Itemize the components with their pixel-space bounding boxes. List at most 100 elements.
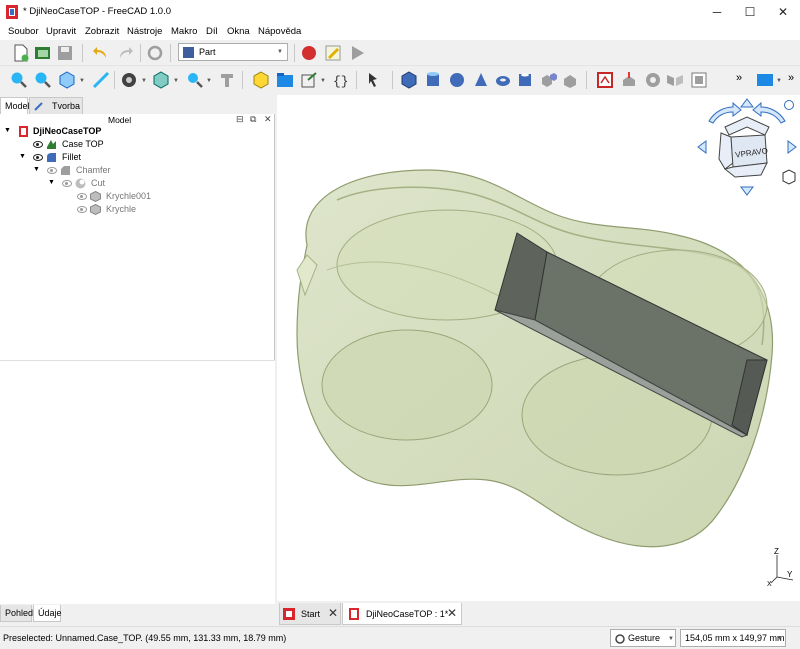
close-button[interactable]: ✕ [766, 0, 800, 24]
collapse-arrow-icon[interactable]: ▼ [48, 179, 55, 186]
macro-record-icon[interactable] [300, 44, 318, 62]
menu-napoveda[interactable]: Nápověda [258, 26, 301, 37]
visibility-eye-hidden-icon[interactable] [62, 180, 72, 187]
collapse-arrow-icon[interactable]: ▼ [4, 127, 11, 134]
chevron-down-icon[interactable]: ▼ [776, 78, 782, 84]
fit-all-icon[interactable] [10, 71, 28, 89]
whats-this-icon[interactable] [366, 71, 384, 89]
variable-set-icon[interactable]: {} [332, 71, 350, 89]
float-panel-icon[interactable]: ⧉ [250, 114, 256, 125]
menu-soubor[interactable]: Soubor [8, 26, 39, 37]
rotate-left-icon[interactable] [708, 101, 742, 124]
part-tube-icon[interactable] [516, 71, 534, 89]
chevron-down-icon[interactable]: ▼ [141, 78, 147, 84]
maximize-button[interactable]: ☐ [733, 0, 767, 24]
macro-run-icon[interactable] [348, 44, 366, 62]
visibility-eye-hidden-icon[interactable] [77, 206, 87, 213]
tab-start[interactable]: Start ✕ [279, 603, 341, 625]
rotate-right-icon[interactable] [752, 101, 786, 124]
cube-face-top[interactable] [724, 116, 770, 136]
create-part-icon[interactable] [252, 71, 270, 89]
menu-makro[interactable]: Makro [171, 26, 197, 37]
std-view-dropdown-icon[interactable] [756, 71, 774, 89]
tree-item-krychle001[interactable]: Krychle001 [0, 190, 275, 203]
tab-tvorba-label: Tvorba [52, 101, 81, 111]
visibility-eye-hidden-icon[interactable] [77, 193, 87, 200]
part-torus-icon[interactable] [494, 71, 512, 89]
tab-start-close-icon[interactable]: ✕ [328, 606, 338, 620]
create-group-icon[interactable] [276, 71, 294, 89]
tree-item-cut[interactable]: ▼ Cut [0, 177, 275, 190]
chevron-down-icon[interactable]: ▼ [79, 78, 85, 84]
tab-model[interactable]: Model [0, 97, 30, 114]
cube-face-bottom[interactable] [723, 162, 768, 178]
toolbar-overflow-button[interactable]: » [736, 72, 742, 84]
3d-viewport[interactable]: VPRAVO Z Y X [277, 95, 800, 601]
part-cube-icon[interactable] [400, 71, 418, 89]
view-box-icon[interactable] [152, 71, 170, 89]
chevron-down-icon[interactable]: ▼ [320, 78, 326, 84]
part-revolve-icon[interactable] [644, 71, 662, 89]
navigation-cube[interactable]: VPRAVO [695, 97, 799, 197]
part-extrude-icon[interactable] [620, 71, 638, 89]
nav-arrow-right-icon[interactable] [787, 140, 797, 154]
collapse-icon[interactable]: ⊟ [236, 114, 244, 125]
tree-item-fillet[interactable]: ▼ Fillet [0, 151, 275, 164]
nav-arrow-up-icon[interactable] [740, 98, 754, 108]
tab-tvorba[interactable]: Tvorba [29, 97, 83, 114]
measure-icon[interactable] [92, 71, 110, 89]
part-cone-icon[interactable] [472, 71, 490, 89]
chevron-down-icon[interactable]: ▼ [206, 78, 212, 84]
nav-menu-icon[interactable] [784, 100, 794, 110]
collapse-arrow-icon[interactable]: ▼ [19, 153, 26, 160]
menu-zobrazit[interactable]: Zobrazit [85, 26, 119, 37]
part-shapebuilder-icon[interactable] [562, 71, 580, 89]
toolbar-overflow-button[interactable]: » [788, 72, 794, 84]
new-document-icon[interactable] [12, 44, 30, 62]
navigation-style-button[interactable]: Gesture ▼ [610, 629, 676, 647]
tree-item-chamfer[interactable]: ▼ Chamfer [0, 164, 275, 177]
visibility-eye-icon[interactable] [33, 154, 43, 161]
tab-pohled[interactable]: Pohled [0, 605, 34, 622]
redo-icon[interactable] [116, 44, 134, 62]
nav-arrow-left-icon[interactable] [697, 140, 707, 154]
part-cylinder-icon[interactable] [424, 71, 442, 89]
macro-edit-icon[interactable] [324, 44, 342, 62]
visibility-eye-hidden-icon[interactable] [47, 167, 57, 174]
tab-udaje[interactable]: Údaje [33, 605, 62, 622]
zoom-icon[interactable] [186, 71, 204, 89]
tree-item-krychle[interactable]: Krychle [0, 203, 275, 216]
fit-selection-icon[interactable] [34, 71, 52, 89]
tree-item-case-top[interactable]: Case TOP [0, 138, 275, 151]
link-icon[interactable] [300, 71, 318, 89]
tab-document-close-icon[interactable]: ✕ [447, 606, 457, 620]
standard-views-icon[interactable] [58, 71, 76, 89]
draw-style-icon[interactable] [120, 71, 138, 89]
part-fillet-icon[interactable] [690, 71, 708, 89]
part-primitives-icon[interactable] [540, 71, 558, 89]
menu-nastroje[interactable]: Nástroje [127, 26, 162, 37]
tab-document[interactable]: DjiNeoCaseTOP : 1* ✕ [342, 603, 462, 625]
nav-arrow-down-icon[interactable] [740, 186, 754, 196]
part-mirror-icon[interactable] [666, 71, 684, 89]
undo-icon[interactable] [92, 44, 110, 62]
menu-dil[interactable]: Díl [206, 26, 218, 37]
view-menu-cube-icon[interactable] [782, 169, 796, 185]
save-icon[interactable] [56, 44, 74, 62]
chevron-down-icon[interactable]: ▼ [173, 78, 179, 84]
visibility-eye-icon[interactable] [33, 141, 43, 148]
dimension-indicator[interactable]: 154,05 mm x 149,97 mm ▼ [680, 629, 786, 647]
workbench-selector[interactable]: Part ▼ [178, 43, 288, 61]
refresh-icon[interactable] [146, 44, 164, 62]
minimize-button[interactable]: ─ [700, 0, 734, 24]
close-panel-icon[interactable]: ✕ [264, 114, 272, 125]
tree-item-document[interactable]: ▼ DjiNeoCaseTOP [0, 125, 275, 138]
open-document-icon[interactable] [34, 44, 52, 62]
menu-upravit[interactable]: Upravit [46, 26, 76, 37]
tab-pohled-label: Pohled [5, 608, 34, 618]
part-sphere-icon[interactable] [448, 71, 466, 89]
part-sketch-icon[interactable] [596, 71, 614, 89]
collapse-arrow-icon[interactable]: ▼ [33, 166, 40, 173]
clipping-icon[interactable] [218, 71, 236, 89]
menu-okna[interactable]: Okna [227, 26, 250, 37]
